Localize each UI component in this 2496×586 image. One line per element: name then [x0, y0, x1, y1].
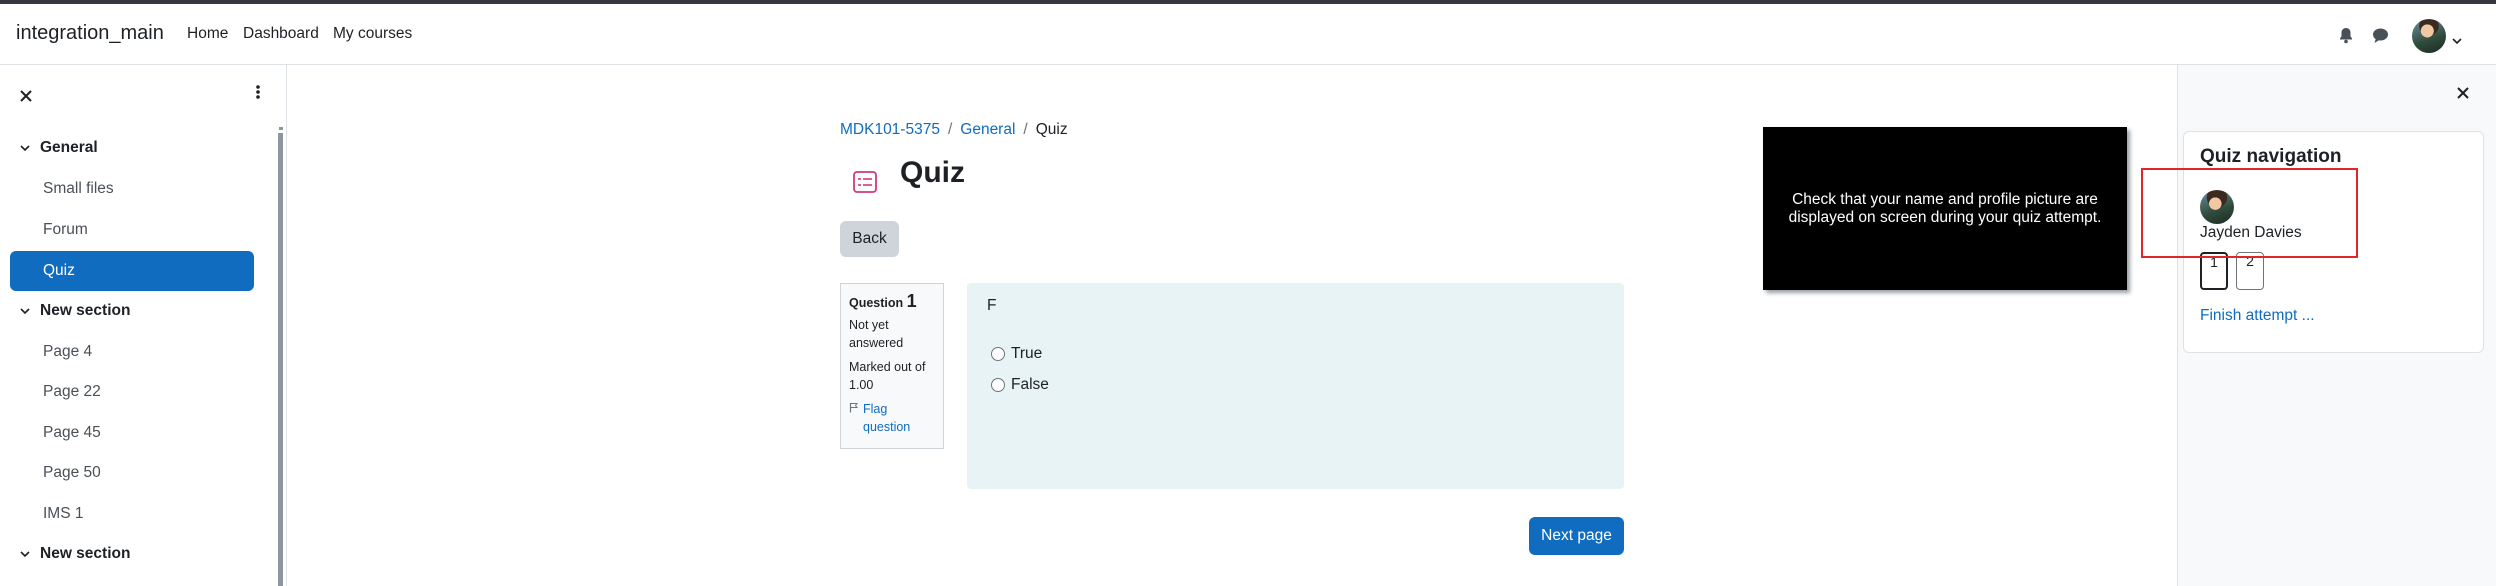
user-avatar[interactable]	[2412, 19, 2446, 53]
question-state: Not yet answered	[849, 318, 904, 350]
flag-icon	[849, 400, 859, 436]
finish-attempt-link[interactable]: Finish attempt ...	[2200, 307, 2315, 325]
quiz-navigation-title: Quiz navigation	[2200, 146, 2342, 167]
course-item-page-22[interactable]: Page 22	[43, 383, 101, 401]
section-general[interactable]: General	[20, 139, 98, 157]
flag-question-link[interactable]: Flag question	[849, 400, 935, 436]
course-item-ims-1[interactable]: IMS 1	[43, 505, 83, 523]
chevron-down-icon	[20, 141, 30, 155]
nav-my-courses[interactable]: My courses	[333, 25, 412, 43]
nav-dashboard[interactable]: Dashboard	[243, 25, 319, 43]
option-label: False	[1011, 376, 1049, 393]
scrollbar[interactable]	[278, 133, 283, 586]
course-item-page-4[interactable]: Page 4	[43, 343, 92, 361]
quiz-icon	[852, 170, 878, 193]
section-new-section-2[interactable]: New section	[20, 545, 130, 563]
kebab-icon[interactable]	[255, 84, 261, 105]
question-number: Question 1	[849, 291, 917, 311]
breadcrumb-general[interactable]: General	[960, 121, 1015, 138]
question-info: Question 1 Not yet answered Marked out o…	[840, 283, 944, 449]
back-button[interactable]: Back	[840, 221, 899, 257]
question-text: F	[987, 297, 997, 314]
course-item-page-50[interactable]: Page 50	[43, 464, 101, 482]
bell-icon[interactable]	[2338, 27, 2354, 49]
close-icon[interactable]	[20, 85, 32, 108]
question-content: F True False	[967, 283, 1624, 489]
proctoring-video-box: Check that your name and profile picture…	[1763, 127, 2127, 290]
course-item-forum[interactable]: Forum	[43, 221, 88, 239]
course-item-small-files[interactable]: Small files	[43, 180, 114, 198]
breadcrumb: MDK101-5375/General / Quiz	[840, 121, 1068, 138]
section-title: New section	[40, 545, 131, 562]
section-new-section-1[interactable]: New section	[20, 302, 130, 320]
option-false[interactable]: False	[991, 376, 1049, 394]
radio-true[interactable]	[991, 347, 1005, 361]
breadcrumb-course[interactable]: MDK101-5375	[840, 121, 940, 138]
flag-question-label: Flag question	[863, 402, 911, 434]
next-page-button[interactable]: Next page	[1529, 517, 1624, 555]
radio-false[interactable]	[991, 378, 1005, 392]
option-label: True	[1011, 345, 1043, 362]
question-grade: Marked out of 1.00	[849, 360, 926, 392]
close-icon[interactable]	[2457, 82, 2469, 105]
section-title: General	[40, 139, 98, 156]
breadcrumb-current: Quiz	[1035, 121, 1068, 138]
section-title: New section	[40, 302, 131, 319]
course-item-quiz[interactable]: Quiz	[10, 251, 254, 291]
chevron-down-icon	[20, 547, 30, 561]
nav-home[interactable]: Home	[187, 25, 228, 43]
course-item-page-45[interactable]: Page 45	[43, 424, 101, 442]
highlight-box	[2141, 168, 2358, 258]
navbar: integration_main Home Dashboard My cours…	[0, 4, 2496, 65]
site-name[interactable]: integration_main	[16, 22, 164, 45]
chevron-down-icon[interactable]	[2452, 32, 2462, 50]
option-true[interactable]: True	[991, 345, 1042, 363]
course-index-drawer: General Small files Forum Quiz New secti…	[0, 65, 287, 586]
proctoring-message: Check that your name and profile picture…	[1788, 190, 2102, 226]
page-title: Quiz	[900, 156, 965, 189]
scrollbar-cap	[279, 127, 283, 130]
chat-icon[interactable]	[2372, 27, 2389, 49]
chevron-down-icon	[20, 304, 30, 318]
